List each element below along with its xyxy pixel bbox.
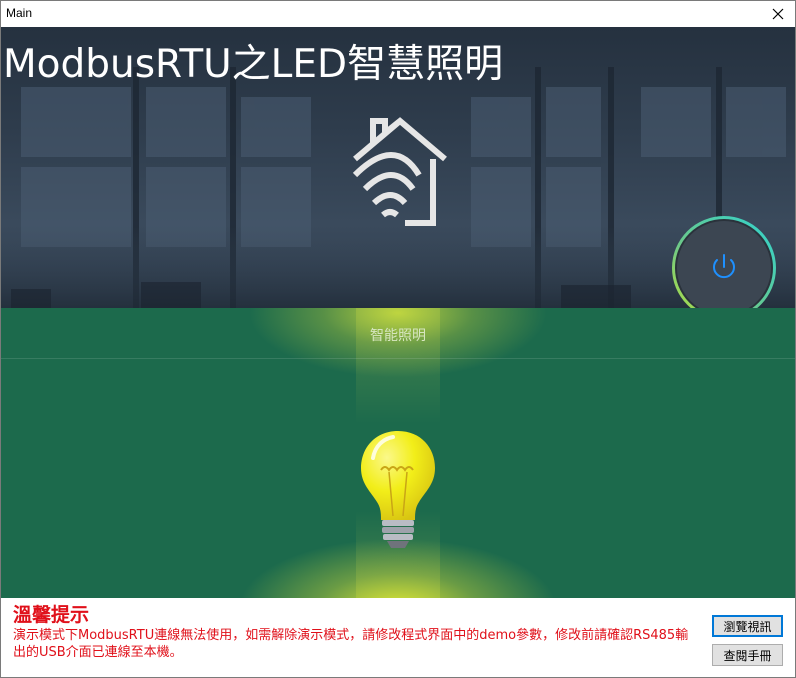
warning-title: 溫馨提示 [13, 604, 90, 626]
lightbulb-icon[interactable] [355, 428, 441, 550]
hero-banner: ModbusRTU之LED智慧照明 [1, 27, 795, 308]
close-button[interactable] [761, 1, 795, 27]
app-title: ModbusRTU之LED智慧照明 [3, 42, 504, 87]
power-button[interactable] [669, 213, 779, 308]
section-divider [1, 358, 795, 359]
title-bar: Main [1, 1, 795, 27]
section-title: 智能照明 [370, 328, 426, 344]
browse-video-button[interactable]: 瀏覽視訊 [712, 615, 783, 637]
close-icon [772, 8, 784, 20]
main-window: Main ModbusRTU之LED智慧照明 智能照明 溫馨提示 演示模式下Mo… [0, 0, 796, 678]
warning-text: 演示模式下ModbusRTU連線無法使用，如需解除演示模式，請修改程式界面中的d… [13, 628, 689, 660]
power-ring [672, 216, 776, 308]
window-title: Main [6, 6, 33, 20]
lighting-panel: 智能照明 [1, 308, 795, 598]
view-manual-button[interactable]: 查閱手冊 [712, 644, 783, 666]
warning-footer: 溫馨提示 演示模式下ModbusRTU連線無法使用，如需解除演示模式，請修改程式… [1, 598, 795, 677]
smart-home-wifi-icon [352, 117, 447, 226]
